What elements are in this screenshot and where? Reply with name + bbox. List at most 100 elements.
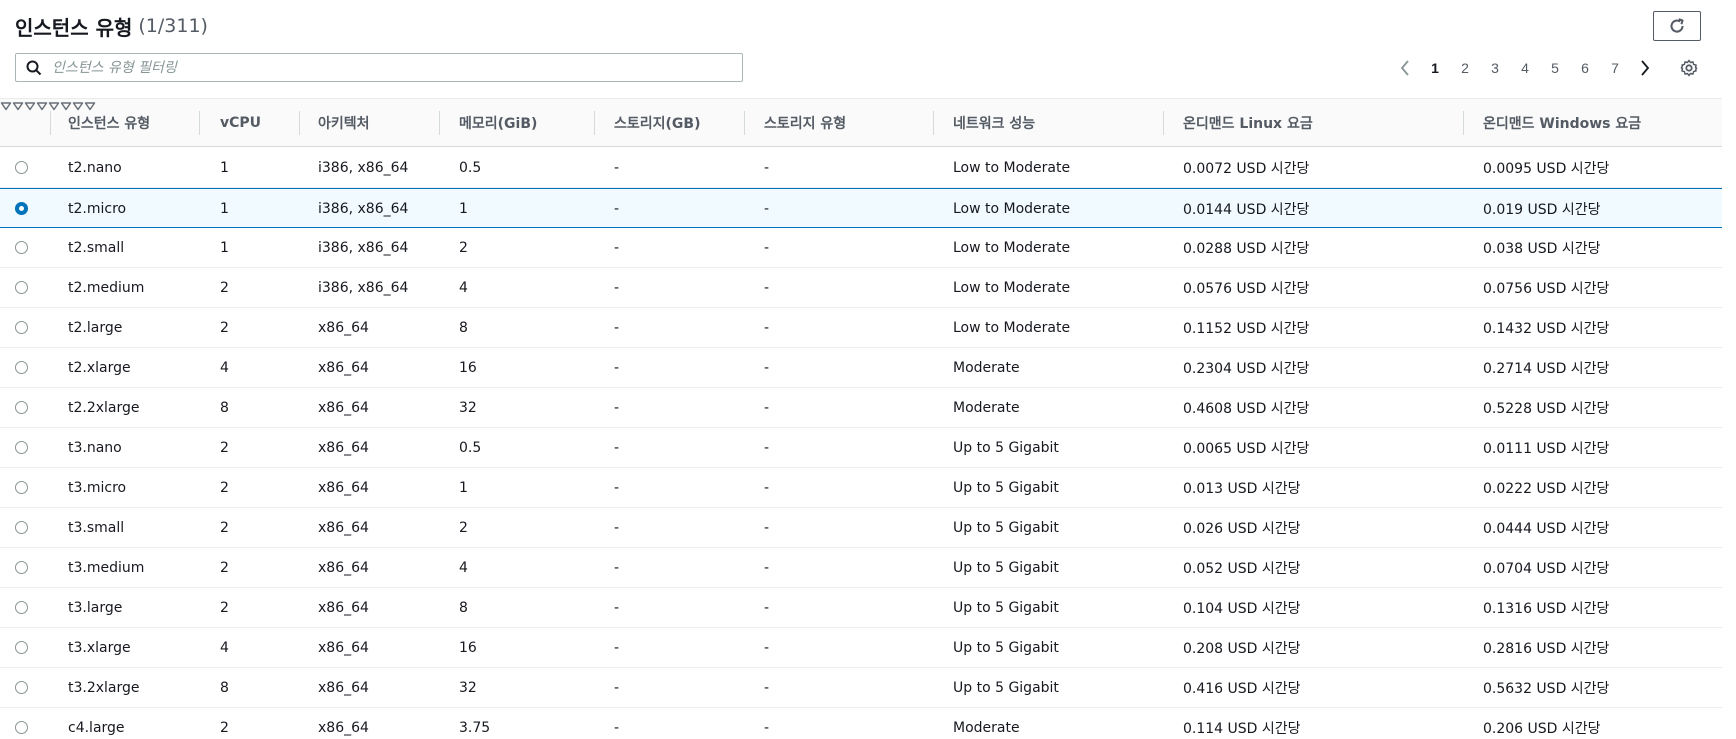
row-select-radio[interactable] xyxy=(15,561,28,574)
page-number-5[interactable]: 5 xyxy=(1540,55,1570,81)
page-number-2[interactable]: 2 xyxy=(1450,55,1480,81)
cell-arch: i386, x86_64 xyxy=(318,200,409,217)
cell-mem: 1 xyxy=(459,479,468,496)
row-select-radio[interactable] xyxy=(15,321,28,334)
row-select-radio[interactable] xyxy=(15,202,28,215)
table-row[interactable]: c4.large 2 x86_64 3.75 - - Moderate 0.114 USD 시… xyxy=(0,708,1722,739)
cell-linux: 0.2304 USD 시간당 xyxy=(1183,360,1310,377)
sort-down-icon[interactable] xyxy=(0,100,12,112)
row-select-radio[interactable] xyxy=(15,481,28,494)
page-number-1[interactable]: 1 xyxy=(1420,55,1450,81)
cell-vcpu: 2 xyxy=(220,479,229,496)
column-separator[interactable] xyxy=(299,111,300,135)
row-select-radio[interactable] xyxy=(15,681,28,694)
column-header-storage_type[interactable]: 스토리지 유형 xyxy=(764,99,846,147)
cell-storage: - xyxy=(614,639,620,656)
column-header-network[interactable]: 네트워크 성능 xyxy=(953,99,1035,147)
column-separator[interactable] xyxy=(594,111,595,135)
cell-storage: - xyxy=(614,399,620,416)
column-header-linux[interactable]: 온디맨드 Linux 요금 xyxy=(1183,99,1313,147)
column-header-arch[interactable]: 아키텍처 xyxy=(318,99,370,147)
page-number-7[interactable]: 7 xyxy=(1600,55,1630,81)
row-select-radio[interactable] xyxy=(15,361,28,374)
cell-vcpu: 4 xyxy=(220,639,229,656)
column-header-vcpu[interactable]: vCPU xyxy=(220,99,261,147)
row-select-radio[interactable] xyxy=(15,281,28,294)
preferences-button[interactable] xyxy=(1676,55,1702,81)
cell-type: c4.large xyxy=(68,719,125,736)
column-header-type[interactable]: 인스턴스 유형 xyxy=(68,99,150,147)
cell-arch: x86_64 xyxy=(318,479,369,496)
column-separator[interactable] xyxy=(1163,111,1164,135)
table-row[interactable]: t2.nano 1 i386, x86_64 0.5 - - Low to Moderate… xyxy=(0,148,1722,188)
next-page-button[interactable] xyxy=(1630,55,1660,81)
table-row[interactable]: t2.micro 1 i386, x86_64 1 - - Low to Moderate 0… xyxy=(0,188,1722,228)
column-separator[interactable] xyxy=(933,111,934,135)
sort-down-icon[interactable] xyxy=(24,100,36,112)
row-select-radio[interactable] xyxy=(15,441,28,454)
row-select-radio[interactable] xyxy=(15,641,28,654)
cell-network: Low to Moderate xyxy=(953,200,1071,217)
table-row[interactable]: t3.medium 2 x86_64 4 - - Up to 5 Gigabit 0.052 … xyxy=(0,548,1722,588)
cell-mem: 8 xyxy=(459,319,468,336)
cell-storage_type: - xyxy=(764,200,770,217)
table-row[interactable]: t3.2xlarge 8 x86_64 32 - - Up to 5 Gigabit 0.41… xyxy=(0,668,1722,708)
search-input[interactable] xyxy=(52,54,742,81)
row-select-radio[interactable] xyxy=(15,161,28,174)
cell-vcpu: 2 xyxy=(220,599,229,616)
table-row[interactable]: t2.2xlarge 8 x86_64 32 - - Moderate 0.4608 USD … xyxy=(0,388,1722,428)
chevron-left-icon xyxy=(1400,60,1409,76)
row-select-radio[interactable] xyxy=(15,401,28,414)
page-number-3[interactable]: 3 xyxy=(1480,55,1510,81)
table-row[interactable]: t3.nano 2 x86_64 0.5 - - Up to 5 Gigabit 0.0065… xyxy=(0,428,1722,468)
row-select-radio[interactable] xyxy=(15,241,28,254)
column-header-mem[interactable]: 메모리(GiB) xyxy=(459,99,537,147)
table-row[interactable]: t3.xlarge 4 x86_64 16 - - Up to 5 Gigabit 0.208… xyxy=(0,628,1722,668)
table-row[interactable]: t2.medium 2 i386, x86_64 4 - - Low to Moderate… xyxy=(0,268,1722,308)
table-row[interactable]: t3.large 2 x86_64 8 - - Up to 5 Gigabit 0.104 U… xyxy=(0,588,1722,628)
refresh-icon xyxy=(1670,18,1684,33)
page-number-4[interactable]: 4 xyxy=(1510,55,1540,81)
previous-page-button[interactable] xyxy=(1390,55,1420,81)
column-separator[interactable] xyxy=(199,111,200,135)
cell-type: t2.small xyxy=(68,239,125,256)
column-header-label: 아키텍처 xyxy=(318,116,370,132)
page-number-6[interactable]: 6 xyxy=(1570,55,1600,81)
cell-type: t3.large xyxy=(68,599,123,616)
column-separator[interactable] xyxy=(50,111,51,135)
refresh-button[interactable] xyxy=(1653,11,1701,41)
cell-type: t3.nano xyxy=(68,439,122,456)
column-separator[interactable] xyxy=(439,111,440,135)
cell-mem: 16 xyxy=(459,639,477,656)
cell-vcpu: 4 xyxy=(220,359,229,376)
table-row[interactable]: t3.small 2 x86_64 2 - - Up to 5 Gigabit 0.026 U… xyxy=(0,508,1722,548)
cell-storage_type: - xyxy=(764,359,770,376)
cell-mem: 8 xyxy=(459,599,468,616)
cell-network: Moderate xyxy=(953,719,1020,736)
cell-arch: x86_64 xyxy=(318,679,369,696)
cell-linux: 0.013 USD 시간당 xyxy=(1183,480,1301,497)
row-select-radio[interactable] xyxy=(15,601,28,614)
cell-network: Up to 5 Gigabit xyxy=(953,479,1059,496)
table-row[interactable]: t2.large 2 x86_64 8 - - Low to Moderate 0.1152 … xyxy=(0,308,1722,348)
column-header-windows[interactable]: 온디맨드 Windows 요금 xyxy=(1483,99,1641,147)
sort-down-icon[interactable] xyxy=(12,100,24,112)
cell-linux: 0.208 USD 시간당 xyxy=(1183,640,1301,657)
gear-icon xyxy=(1680,59,1698,77)
column-header-storage[interactable]: 스토리지(GB) xyxy=(614,99,700,147)
table-row[interactable]: t2.xlarge 4 x86_64 16 - - Moderate 0.2304 USD 시… xyxy=(0,348,1722,388)
cell-network: Up to 5 Gigabit xyxy=(953,519,1059,536)
sort-down-icon[interactable] xyxy=(36,100,48,112)
column-separator[interactable] xyxy=(744,111,745,135)
search-field[interactable] xyxy=(15,53,743,82)
cell-windows: 0.0222 USD 시간당 xyxy=(1483,480,1610,497)
cell-type: t3.medium xyxy=(68,559,145,576)
row-select-radio[interactable] xyxy=(15,721,28,734)
column-separator[interactable] xyxy=(1463,111,1464,135)
table-row[interactable]: t3.micro 2 x86_64 1 - - Up to 5 Gigabit 0.013 U… xyxy=(0,468,1722,508)
row-select-radio[interactable] xyxy=(15,521,28,534)
cell-type: t2.nano xyxy=(68,159,122,176)
cell-type: t2.micro xyxy=(68,200,127,217)
table-row[interactable]: t2.small 1 i386, x86_64 2 - - Low to Moderate 0… xyxy=(0,228,1722,268)
cell-storage_type: - xyxy=(764,679,770,696)
